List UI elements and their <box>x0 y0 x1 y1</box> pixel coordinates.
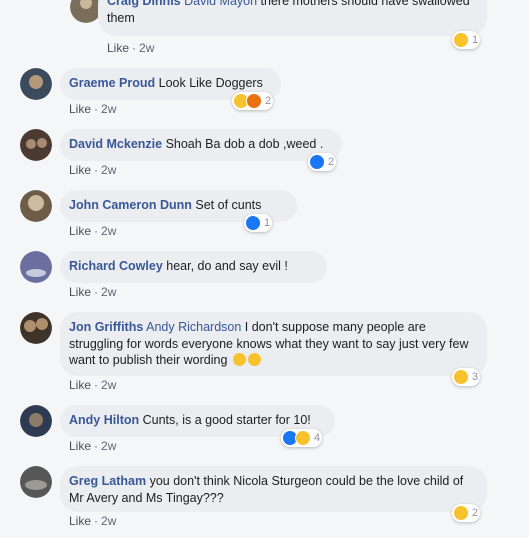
comment-text: Shoah Ba dob a dob ,weed . <box>162 137 324 151</box>
comment-author[interactable]: Richard Cowley <box>69 259 163 273</box>
comment-actions: Like · 2w <box>69 285 117 299</box>
comment-time[interactable]: 2w <box>101 102 116 116</box>
comment-actions: Like · 2w <box>69 224 117 238</box>
comment-mention[interactable]: Andy Richardson <box>146 320 241 334</box>
comment-0: Craig Dinnis David Mayoh there mothers s… <box>20 0 520 56</box>
comment-time[interactable]: 2w <box>139 41 154 55</box>
confused-emoji-icon <box>232 353 246 366</box>
comment-author[interactable]: John Cameron Dunn <box>69 198 192 212</box>
comment-bubble: Greg Latham you don't think Nicola Sturg… <box>60 466 487 512</box>
comment-bubble: Jon Griffiths Andy Richardson I don't su… <box>60 312 487 376</box>
comment-actions: Like · 2w <box>69 439 117 453</box>
avatar[interactable] <box>20 312 52 344</box>
reaction-count: 3 <box>472 371 479 383</box>
like-thumb-icon <box>309 154 325 170</box>
like-link[interactable]: Like <box>107 41 129 55</box>
avatar[interactable] <box>20 251 52 283</box>
like-link[interactable]: Like <box>69 514 91 528</box>
reaction-summary[interactable]: 4 <box>281 429 323 447</box>
comment-bubble: Richard Cowley hear, do and say evil ! <box>60 251 327 283</box>
comment-time[interactable]: 2w <box>101 514 116 528</box>
reaction-summary[interactable]: 2 <box>452 504 481 522</box>
comment-author[interactable]: Jon Griffiths <box>69 320 143 334</box>
haha-emoji-icon <box>453 32 469 48</box>
comment-time[interactable]: 2w <box>101 285 116 299</box>
comment-bubble: David Mckenzie Shoah Ba dob a dob ,weed … <box>60 129 342 161</box>
comment-7: Greg Latham you don't think Nicola Sturg… <box>20 466 520 536</box>
comment-actions: Like · 2w <box>69 514 117 528</box>
reaction-count: 2 <box>265 95 272 107</box>
comment-bubble: Craig Dinnis David Mayoh there mothers s… <box>98 0 487 36</box>
comment-1: Graeme Proud Look Like Doggers Like · 2w 2 <box>20 68 520 118</box>
comment-text: Cunts, is a good starter for 10! <box>139 413 311 427</box>
comment-text: Set of cunts <box>191 198 262 212</box>
haha-emoji-icon <box>453 369 469 385</box>
reaction-summary[interactable]: 1 <box>244 214 273 232</box>
like-link[interactable]: Like <box>69 439 91 453</box>
comment-3: John Cameron Dunn Set of cunts Like · 2w 1 <box>20 190 520 240</box>
comment-actions: Like · 2w <box>69 378 117 392</box>
comment-time[interactable]: 2w <box>101 163 116 177</box>
reaction-summary[interactable]: 3 <box>452 368 481 386</box>
avatar[interactable] <box>20 405 52 437</box>
avatar[interactable] <box>20 68 52 100</box>
avatar[interactable] <box>20 466 52 498</box>
reaction-count: 4 <box>314 432 321 444</box>
comment-time[interactable]: 2w <box>101 378 116 392</box>
reaction-summary[interactable]: 1 <box>452 31 481 49</box>
like-thumb-icon <box>245 215 261 231</box>
laughing-emoji-icon <box>247 353 261 366</box>
avatar[interactable] <box>20 190 52 222</box>
reaction-summary[interactable]: 2 <box>308 153 337 171</box>
like-link[interactable]: Like <box>69 102 91 116</box>
like-link[interactable]: Like <box>69 224 91 238</box>
comment-author[interactable]: David Mckenzie <box>69 137 162 151</box>
comment-author[interactable]: Graeme Proud <box>69 76 155 90</box>
comment-time[interactable]: 2w <box>101 439 116 453</box>
comment-text: Look Like Doggers <box>155 76 263 90</box>
comment-actions: Like · 2w <box>107 41 155 55</box>
comment-author[interactable]: Craig Dinnis <box>107 0 181 8</box>
comment-2: David Mckenzie Shoah Ba dob a dob ,weed … <box>20 129 520 179</box>
haha-emoji-icon <box>295 430 311 446</box>
comment-actions: Like · 2w <box>69 163 117 177</box>
reaction-count: 1 <box>264 217 271 229</box>
comment-author[interactable]: Andy Hilton <box>69 413 139 427</box>
reaction-count: 2 <box>328 156 335 168</box>
reaction-count: 1 <box>472 34 479 46</box>
like-link[interactable]: Like <box>69 285 91 299</box>
haha-emoji-icon <box>453 505 469 521</box>
comment-mention[interactable]: David Mayoh <box>184 0 257 8</box>
comment-text: hear, do and say evil ! <box>162 259 288 273</box>
comment-4: Richard Cowley hear, do and say evil ! L… <box>20 251 520 301</box>
comment-5: Jon Griffiths Andy Richardson I don't su… <box>20 312 520 397</box>
like-link[interactable]: Like <box>69 163 91 177</box>
comment-actions: Like · 2w <box>69 102 117 116</box>
comment-author[interactable]: Greg Latham <box>69 474 146 488</box>
reaction-summary[interactable]: 2 <box>232 92 274 110</box>
avatar[interactable] <box>20 129 52 161</box>
reaction-count: 2 <box>472 507 479 519</box>
like-link[interactable]: Like <box>69 378 91 392</box>
angry-emoji-icon <box>246 93 262 109</box>
comment-time[interactable]: 2w <box>101 224 116 238</box>
comment-6: Andy Hilton Cunts, is a good starter for… <box>20 405 520 455</box>
